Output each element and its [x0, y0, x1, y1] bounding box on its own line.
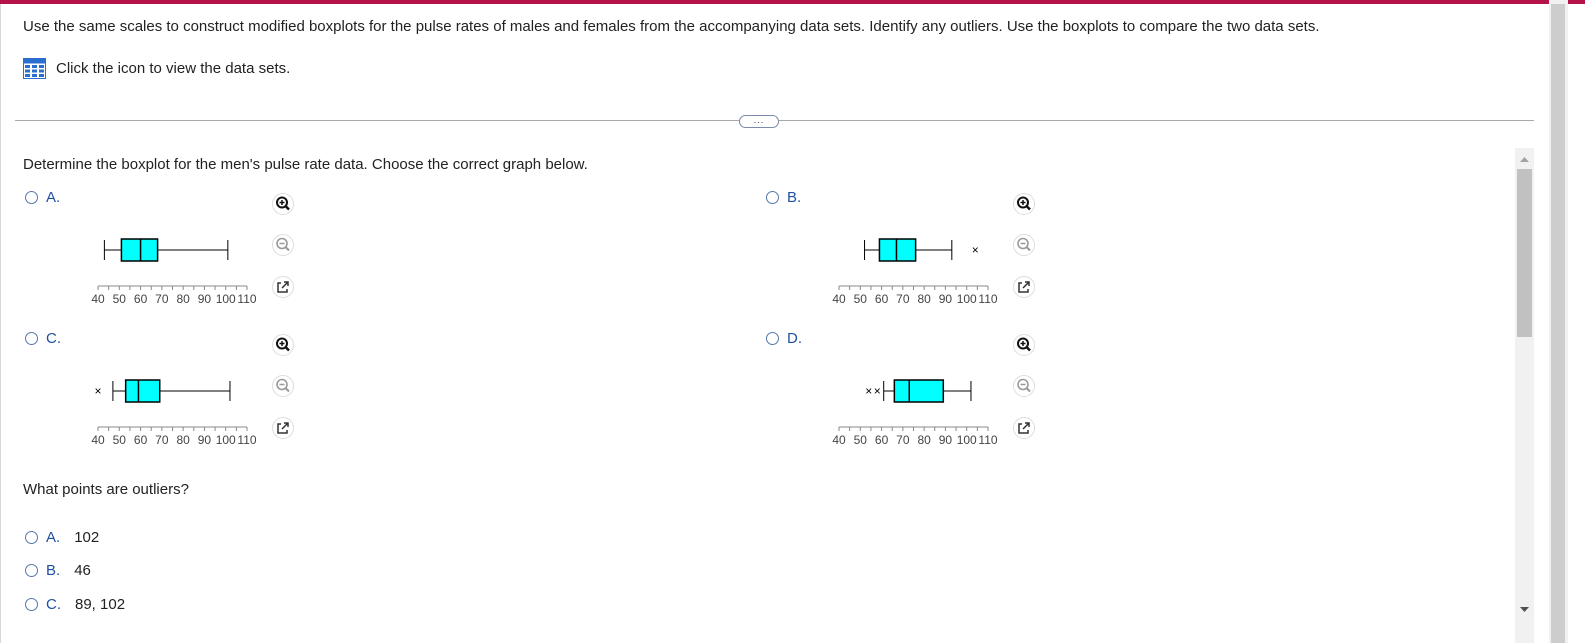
box — [120, 238, 159, 262]
outlier-mark: × — [874, 384, 881, 398]
tick-label: 110 — [237, 292, 256, 306]
tick-label: 110 — [237, 433, 256, 447]
option-text: 89, 102 — [75, 596, 126, 613]
outlier-mark: × — [94, 384, 101, 398]
tick-label: 70 — [896, 292, 910, 306]
tick-label: 50 — [113, 433, 127, 447]
outlier-option-a[interactable]: A. 102 — [25, 529, 99, 546]
tick-label: 80 — [917, 433, 931, 447]
tick-label: 40 — [832, 292, 846, 306]
option-c-radio[interactable]: C. — [25, 330, 61, 347]
radio-circle[interactable] — [25, 191, 38, 204]
left-border — [0, 4, 1, 643]
tick-label: 110 — [978, 292, 997, 306]
outlier-option-c[interactable]: C. 89, 102 — [25, 596, 125, 613]
radio-circle[interactable] — [766, 191, 779, 204]
more-button[interactable]: ... — [739, 115, 779, 128]
popout-icon[interactable] — [1013, 276, 1035, 298]
zoom-in-icon[interactable] — [272, 334, 294, 356]
box — [124, 379, 161, 403]
boxplot-option-b: × 40 50 60 70 80 90 100 110 — [832, 238, 998, 306]
inner-scrollbar[interactable] — [1515, 148, 1534, 643]
tick-label: 90 — [939, 433, 953, 447]
radio-circle[interactable] — [766, 332, 779, 345]
radio-circle[interactable] — [25, 332, 38, 345]
tick-label: 60 — [875, 433, 889, 447]
tick-label: 60 — [134, 433, 148, 447]
option-b-radio[interactable]: B. — [766, 189, 801, 206]
outlier-mark: × — [865, 384, 872, 398]
boxplot-option-d: × × 40 50 60 70 80 90 100 110 — [832, 379, 998, 447]
part1-prompt: Determine the boxplot for the men's puls… — [23, 156, 588, 173]
tick-label: 40 — [91, 292, 105, 306]
option-letter: B. — [46, 562, 61, 579]
view-data-sets-text[interactable]: Click the icon to view the data sets. — [56, 60, 290, 77]
tick-label: 80 — [176, 433, 190, 447]
tick-label: 100 — [957, 292, 977, 306]
popout-icon[interactable] — [272, 276, 294, 298]
box — [893, 379, 945, 403]
scroll-down-icon[interactable] — [1515, 603, 1534, 617]
scrollbar-thumb[interactable] — [1517, 169, 1532, 337]
option-d-radio[interactable]: D. — [766, 330, 802, 347]
tick-label: 100 — [216, 292, 236, 306]
zoom-out-icon[interactable] — [272, 234, 294, 256]
tick-label: 60 — [134, 292, 148, 306]
tick-label: 100 — [957, 433, 977, 447]
zoom-in-icon[interactable] — [1013, 334, 1035, 356]
outlier-option-b[interactable]: B. 46 — [25, 562, 91, 579]
tick-label: 50 — [854, 433, 868, 447]
tick-label: 50 — [113, 292, 127, 306]
tick-label: 90 — [939, 292, 953, 306]
option-text: 46 — [74, 562, 91, 579]
tick-label: 40 — [832, 433, 846, 447]
outlier-mark: × — [972, 243, 979, 257]
tick-label: 60 — [875, 292, 889, 306]
boxplot-option-c: × 40 50 60 70 80 90 100 110 — [91, 379, 257, 447]
radio-circle[interactable] — [25, 598, 38, 611]
radio-circle[interactable] — [25, 564, 38, 577]
option-a-radio[interactable]: A. — [25, 189, 60, 206]
option-letter: C. — [46, 330, 61, 347]
tick-label: 90 — [198, 292, 212, 306]
part2-prompt: What points are outliers? — [23, 481, 189, 498]
tick-label: 40 — [91, 433, 105, 447]
zoom-in-icon[interactable] — [272, 193, 294, 215]
table-icon[interactable] — [23, 57, 46, 79]
window-scrollbar-thumb[interactable] — [1551, 4, 1565, 643]
tick-label: 70 — [896, 433, 910, 447]
zoom-out-icon[interactable] — [1013, 375, 1035, 397]
option-letter: A. — [46, 189, 61, 206]
tick-label: 50 — [854, 292, 868, 306]
tick-label: 100 — [216, 433, 236, 447]
option-letter: D. — [787, 330, 802, 347]
option-text: 102 — [74, 529, 100, 546]
tick-label: 80 — [176, 292, 190, 306]
tick-label: 70 — [155, 433, 169, 447]
popout-icon[interactable] — [272, 417, 294, 439]
tick-label: 80 — [917, 292, 931, 306]
radio-circle[interactable] — [25, 531, 38, 544]
zoom-in-icon[interactable] — [1013, 193, 1035, 215]
option-letter: A. — [46, 529, 61, 546]
top-accent-bar — [0, 0, 1585, 4]
scroll-up-icon[interactable] — [1515, 152, 1534, 166]
option-letter: B. — [787, 189, 802, 206]
option-letter: C. — [46, 596, 61, 613]
tick-label: 110 — [978, 433, 997, 447]
question-text: Use the same scales to construct modifie… — [23, 18, 1320, 35]
zoom-out-icon[interactable] — [272, 375, 294, 397]
box — [878, 238, 917, 262]
view-data-sets-link[interactable]: Click the icon to view the data sets. — [23, 57, 290, 79]
tick-label: 90 — [198, 433, 212, 447]
tick-label: 70 — [155, 292, 169, 306]
zoom-out-icon[interactable] — [1013, 234, 1035, 256]
popout-icon[interactable] — [1013, 417, 1035, 439]
boxplot-option-a: 40 50 60 70 80 90 100 110 — [91, 238, 257, 306]
